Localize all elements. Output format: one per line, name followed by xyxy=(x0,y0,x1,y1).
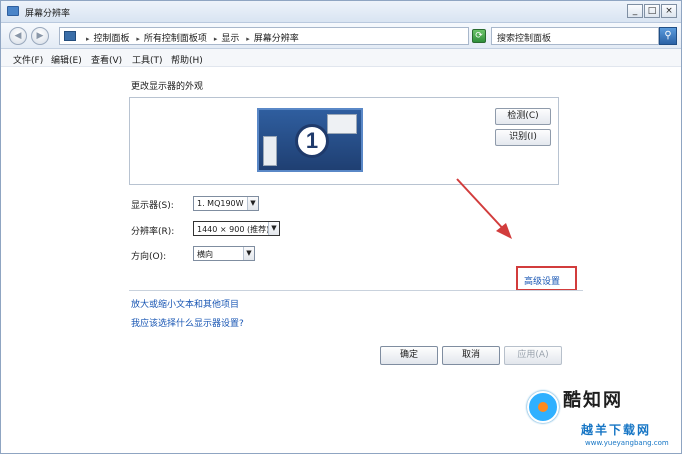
watermark-url: www.yueyangbang.com xyxy=(585,439,669,447)
watermark-subtitle: 越羊下载网 xyxy=(581,423,652,437)
arrow-head xyxy=(496,223,512,239)
screen-resolution-window: 屏幕分辨率 _ □ × ◀ ▶ ▸ 控制面板 ▸ 所有控制面板项 ▸ 显示 ▸ 屏幕分辨… xyxy=(0,0,682,454)
watermark-logo-icon xyxy=(527,391,559,423)
arrow-shaft xyxy=(456,178,508,234)
watermark: 酷知网 越羊下载网 www.yueyangbang.com xyxy=(523,383,681,453)
watermark-title: 酷知网 xyxy=(563,390,623,411)
